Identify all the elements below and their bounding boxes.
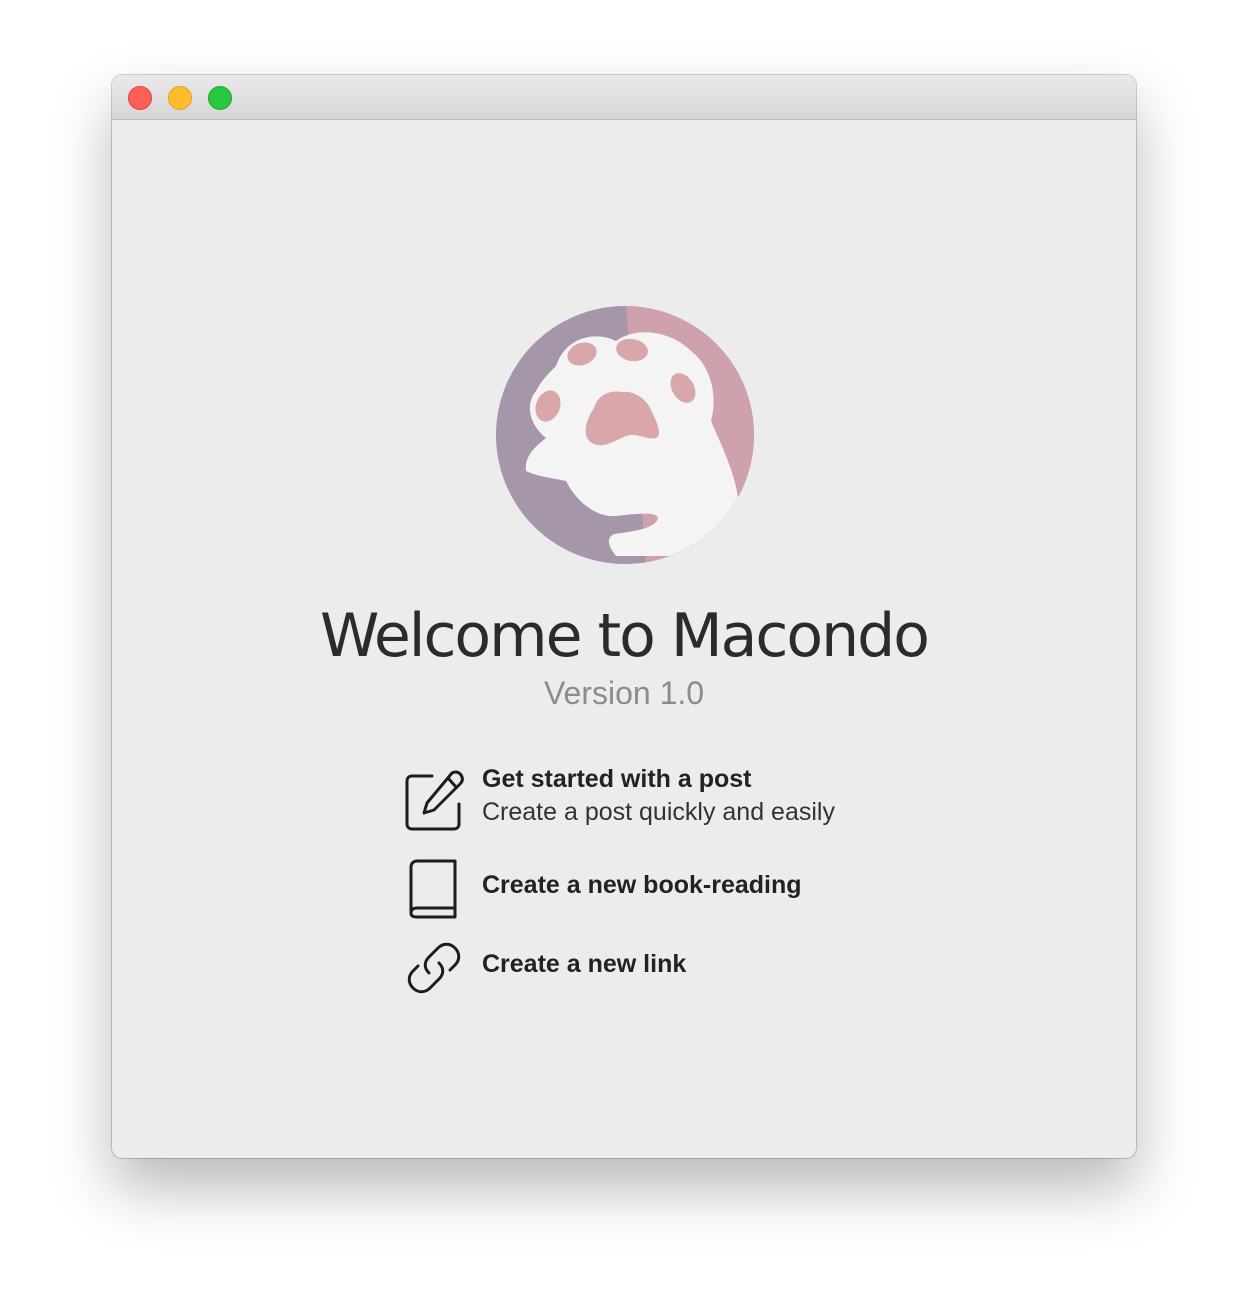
welcome-title: Welcome to Macondo xyxy=(320,601,930,671)
edit-icon xyxy=(405,770,464,831)
app-logo-paw-icon xyxy=(496,306,754,564)
welcome-window: Welcome to Macondo Version 1.0 Get start… xyxy=(112,75,1136,1158)
new-book-reading-action[interactable]: Create a new book-reading xyxy=(402,856,862,920)
get-started-post-action[interactable]: Get started with a post Create a post qu… xyxy=(402,765,862,840)
book-icon xyxy=(409,859,457,919)
action-label: Create a new link xyxy=(482,950,687,978)
title-bar[interactable] xyxy=(112,75,1136,120)
new-link-action[interactable]: Create a new link xyxy=(402,936,862,1000)
version-label: Version 1.0 xyxy=(543,675,705,711)
minimize-button[interactable] xyxy=(168,86,192,110)
welcome-content: Welcome to Macondo Version 1.0 Get start… xyxy=(112,120,1136,1158)
action-label: Get started with a post xyxy=(482,765,752,793)
zoom-button[interactable] xyxy=(208,86,232,110)
action-subtitle: Create a post quickly and easily xyxy=(482,798,835,826)
close-button[interactable] xyxy=(128,86,152,110)
action-label: Create a new book-reading xyxy=(482,871,802,899)
link-icon xyxy=(407,942,461,994)
